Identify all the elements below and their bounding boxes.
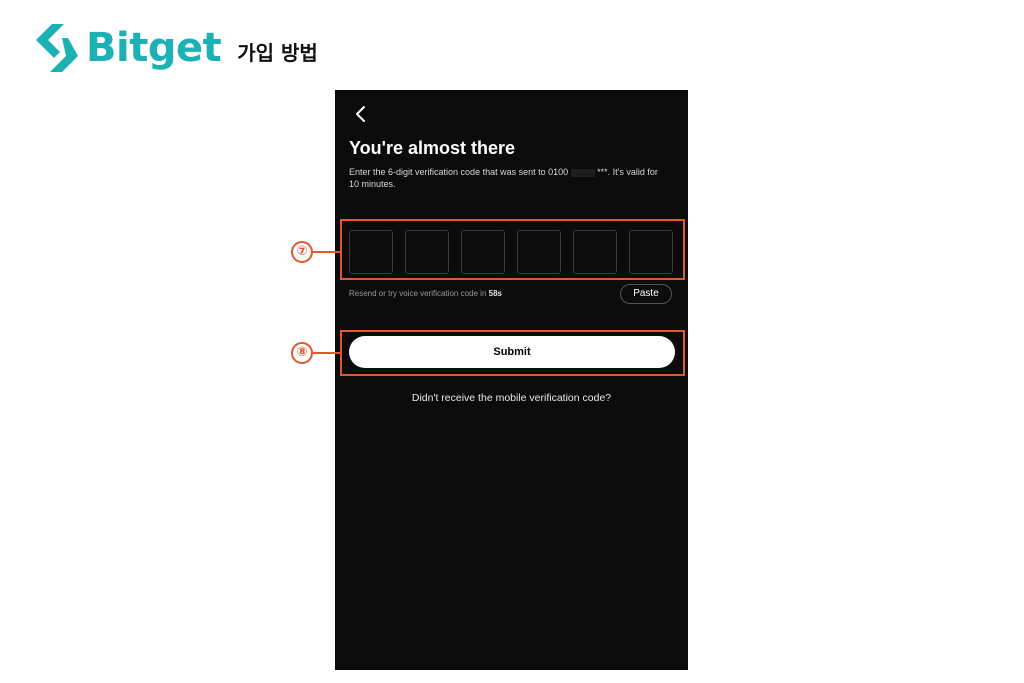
description-prefix: Enter the 6-digit verification code that… [349,167,569,177]
resend-text: Resend or try voice verification code in [349,289,487,298]
page-subtitle: 가입 방법 [237,40,318,65]
step-7-marker: ⑦ [291,241,313,263]
chevron-left-icon[interactable] [351,104,371,124]
step-8-marker: ⑧ [291,342,313,364]
paste-button[interactable]: Paste [620,284,672,304]
step-8-leader-line [313,352,340,354]
brand-header: Bitget 가입 방법 [34,20,318,76]
page-title: You're almost there [349,138,515,158]
brand-name: Bitget [86,25,222,71]
masked-number [570,168,595,177]
step-7-leader-line [313,251,340,253]
phone-screen: You're almost there Enter the 6-digit ve… [335,90,688,670]
no-code-link[interactable]: Didn't receive the mobile verification c… [335,392,688,404]
verification-description: Enter the 6-digit verification code that… [349,166,669,190]
resend-countdown: Resend or try voice verification code in… [349,289,502,298]
bitget-logo-icon [36,24,78,72]
step-8-highlight [340,330,685,376]
resend-timer: 58s [488,289,502,298]
step-7-highlight [340,219,685,280]
